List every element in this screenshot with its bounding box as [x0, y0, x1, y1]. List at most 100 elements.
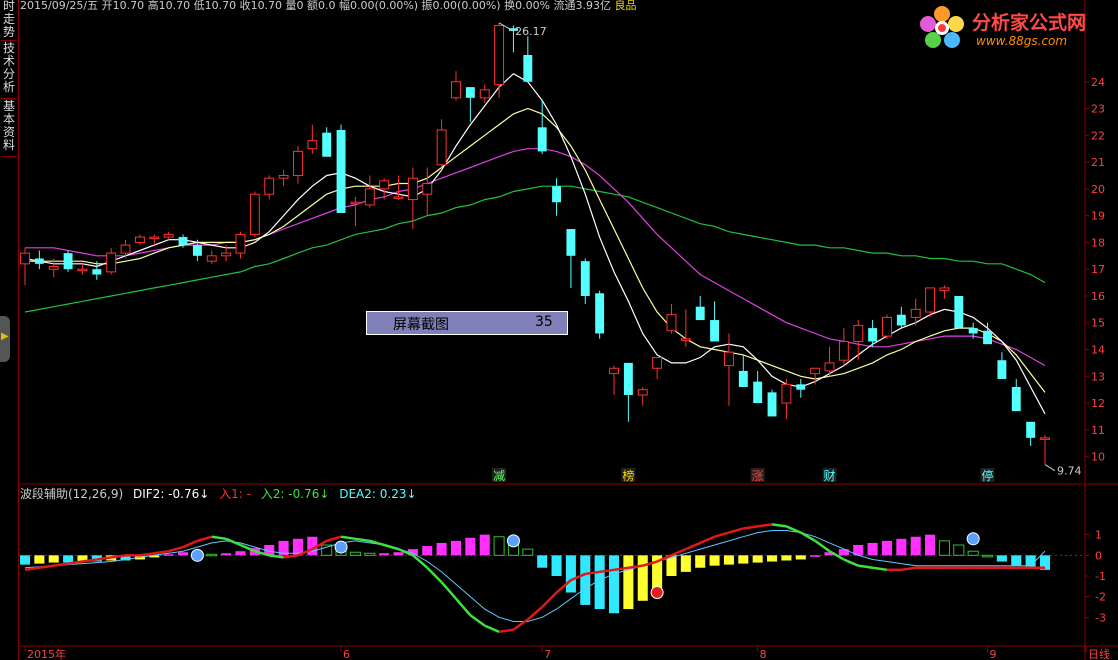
tab-technical-analysis[interactable]: 技术分析 [1, 42, 17, 99]
macd-histogram-bar [896, 538, 907, 556]
dif2-line-segment [168, 545, 184, 553]
candle-body [264, 177, 275, 195]
candle-body [322, 132, 332, 157]
tab-fundamentals[interactable]: 基本资料 [1, 100, 17, 157]
left-sidebar: 时走势 技术分析 基本资料 ▶ [0, 0, 19, 660]
macd-histogram-bar [465, 537, 476, 556]
candle-body [868, 328, 878, 342]
event-marker-label: 减 [493, 469, 505, 483]
time-tick-label: 日线 [1088, 647, 1110, 660]
macd-histogram-bar [493, 536, 505, 556]
candle-body [580, 261, 590, 296]
time-tick-label: 2015年 [27, 647, 66, 660]
macd-histogram-bar [364, 552, 376, 556]
screenshot-label: 屏幕截图 [393, 317, 449, 333]
signal-circle-icon [650, 586, 664, 600]
high-label: 26.17 [515, 25, 547, 38]
macd-histogram-bar [781, 555, 792, 561]
macd-histogram-bar [910, 536, 921, 556]
indicator-name[interactable]: 波段辅助(12,26,9) [20, 487, 123, 501]
candle-body [393, 196, 404, 199]
price-tick-label: 16 [1091, 290, 1105, 303]
macd-tick-label: 1 [1095, 529, 1102, 542]
flower-logo-icon [920, 6, 964, 48]
macd-histogram-bar [695, 555, 706, 568]
down-arrow-icon: ↓ [319, 487, 330, 501]
macd-histogram-bar [1011, 555, 1022, 566]
candle-body [680, 338, 691, 341]
time-tick-label: 9 [990, 648, 997, 660]
dif2-line-segment [757, 523, 773, 528]
candle-body [379, 180, 390, 190]
macd-histogram-bar [637, 555, 648, 601]
candle-body [983, 330, 992, 345]
candle-body [1040, 437, 1050, 440]
candle-body [77, 268, 88, 272]
macd-tick-label: -1 [1095, 570, 1106, 583]
candle-body [92, 269, 102, 275]
candle-body [336, 129, 346, 213]
event-marker-label: 停 [982, 468, 994, 483]
dif2-value: DIF2: -0.76↓ [133, 487, 209, 501]
price-tick-label: 12 [1091, 397, 1105, 410]
macd-histogram-bar [19, 555, 31, 565]
macd-histogram-bar [379, 553, 390, 556]
tab-time-trend[interactable]: 时走势 [1, 0, 17, 41]
candle-body [738, 370, 748, 387]
price-tick-label: 24 [1091, 76, 1105, 89]
dif2-line-segment [743, 525, 758, 530]
triangle-icon: ▶ [1, 331, 9, 342]
candle-body [595, 293, 605, 334]
dif2-line-segment [685, 541, 701, 551]
dif2-line-segment [39, 564, 54, 569]
collapse-handle[interactable]: ▶ [0, 316, 10, 362]
candle-body [997, 360, 1007, 379]
candle-body [882, 316, 892, 337]
candle-body [364, 188, 375, 206]
candle-body [192, 245, 202, 256]
candle-body [34, 258, 44, 264]
low-label: 9.74 [1057, 465, 1082, 478]
candle-body [910, 308, 921, 318]
candle-body [954, 295, 964, 329]
macd-histogram-bar [608, 555, 620, 614]
macd-histogram-bar [795, 555, 806, 560]
dif2-line-segment [355, 537, 370, 543]
dif2-line-segment [340, 535, 356, 541]
candle-body [1011, 387, 1021, 412]
candle-body [523, 55, 533, 82]
price-tick-label: 15 [1091, 317, 1105, 330]
macd-histogram-bar [996, 555, 1007, 562]
dif2-line-segment [484, 624, 500, 633]
screenshot-tooltip[interactable]: 屏幕截图 35 [366, 311, 568, 335]
dif2-line-segment [469, 614, 486, 627]
down-arrow-icon: ↓ [199, 487, 210, 501]
macd-histogram-bar [178, 552, 189, 556]
candle-body [896, 314, 906, 326]
candle-body [853, 324, 864, 342]
macd-histogram-bar [925, 534, 936, 556]
candle-body [537, 127, 547, 152]
candle-body [494, 25, 505, 85]
candle-body [63, 253, 73, 270]
time-tick-label: 6 [343, 648, 350, 660]
candle-body [20, 252, 30, 265]
macd-histogram-bar [967, 550, 979, 556]
dif2-line-segment [858, 564, 873, 569]
event-marker-label: 财 [824, 469, 836, 483]
price-tick-label: 14 [1091, 344, 1105, 357]
dif2-line-segment [512, 618, 529, 631]
candle-body [249, 193, 260, 235]
dif2-line-segment [901, 566, 916, 572]
dif2-line-segment [728, 527, 744, 534]
macd-histogram-bar [565, 555, 576, 593]
signal-circle-icon [506, 534, 520, 548]
candle-body [48, 266, 59, 270]
macd-histogram-bar [838, 549, 849, 556]
macd-histogram-bar [537, 555, 548, 568]
logo-title: 分析家公式网 [972, 12, 1087, 34]
dif2-line-segment [800, 531, 816, 542]
macd-histogram-bar [982, 554, 994, 558]
macd-histogram-bar [450, 540, 462, 556]
candle-body [723, 351, 734, 367]
